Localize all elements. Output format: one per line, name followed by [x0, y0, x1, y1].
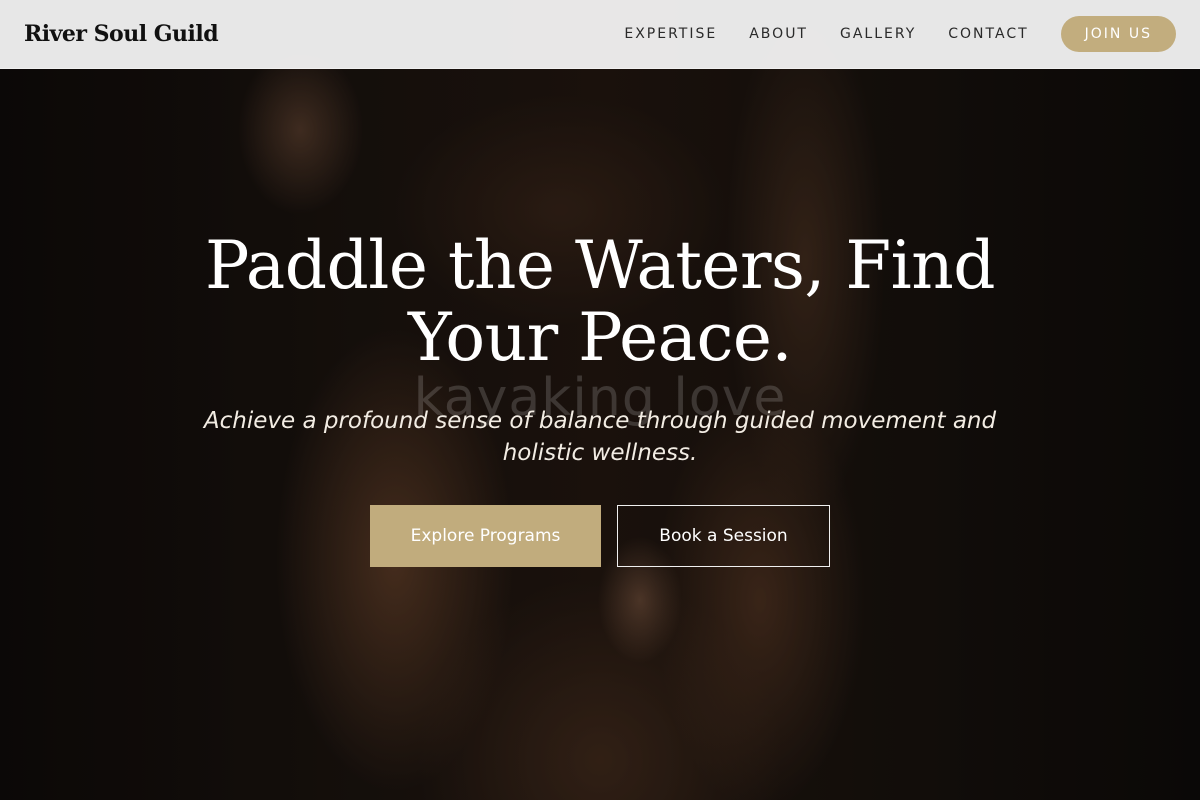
- hero-title: Paddle the Waters, Find Your Peace.: [204, 227, 996, 376]
- main-nav: EXPERTISE ABOUT GALLERY CONTACT JOIN US: [624, 16, 1176, 52]
- hero-subtitle: Achieve a profound sense of balance thro…: [203, 408, 997, 466]
- hero-cta-group: Explore Programs Book a Session: [0, 505, 1200, 567]
- join-us-button[interactable]: JOIN US: [1060, 16, 1176, 52]
- hero-section: kayaking love Paddle the Waters, Find Yo…: [0, 230, 1200, 567]
- brand-logo[interactable]: River Soul Guild: [24, 21, 219, 47]
- site-header: River Soul Guild EXPERTISE ABOUT GALLERY…: [0, 0, 1200, 69]
- book-session-button[interactable]: Book a Session: [617, 505, 830, 567]
- nav-link-contact[interactable]: CONTACT: [948, 26, 1028, 42]
- nav-link-about[interactable]: ABOUT: [749, 26, 808, 42]
- nav-link-expertise[interactable]: EXPERTISE: [624, 26, 717, 42]
- explore-programs-button[interactable]: Explore Programs: [370, 505, 601, 567]
- nav-link-gallery[interactable]: GALLERY: [840, 26, 916, 42]
